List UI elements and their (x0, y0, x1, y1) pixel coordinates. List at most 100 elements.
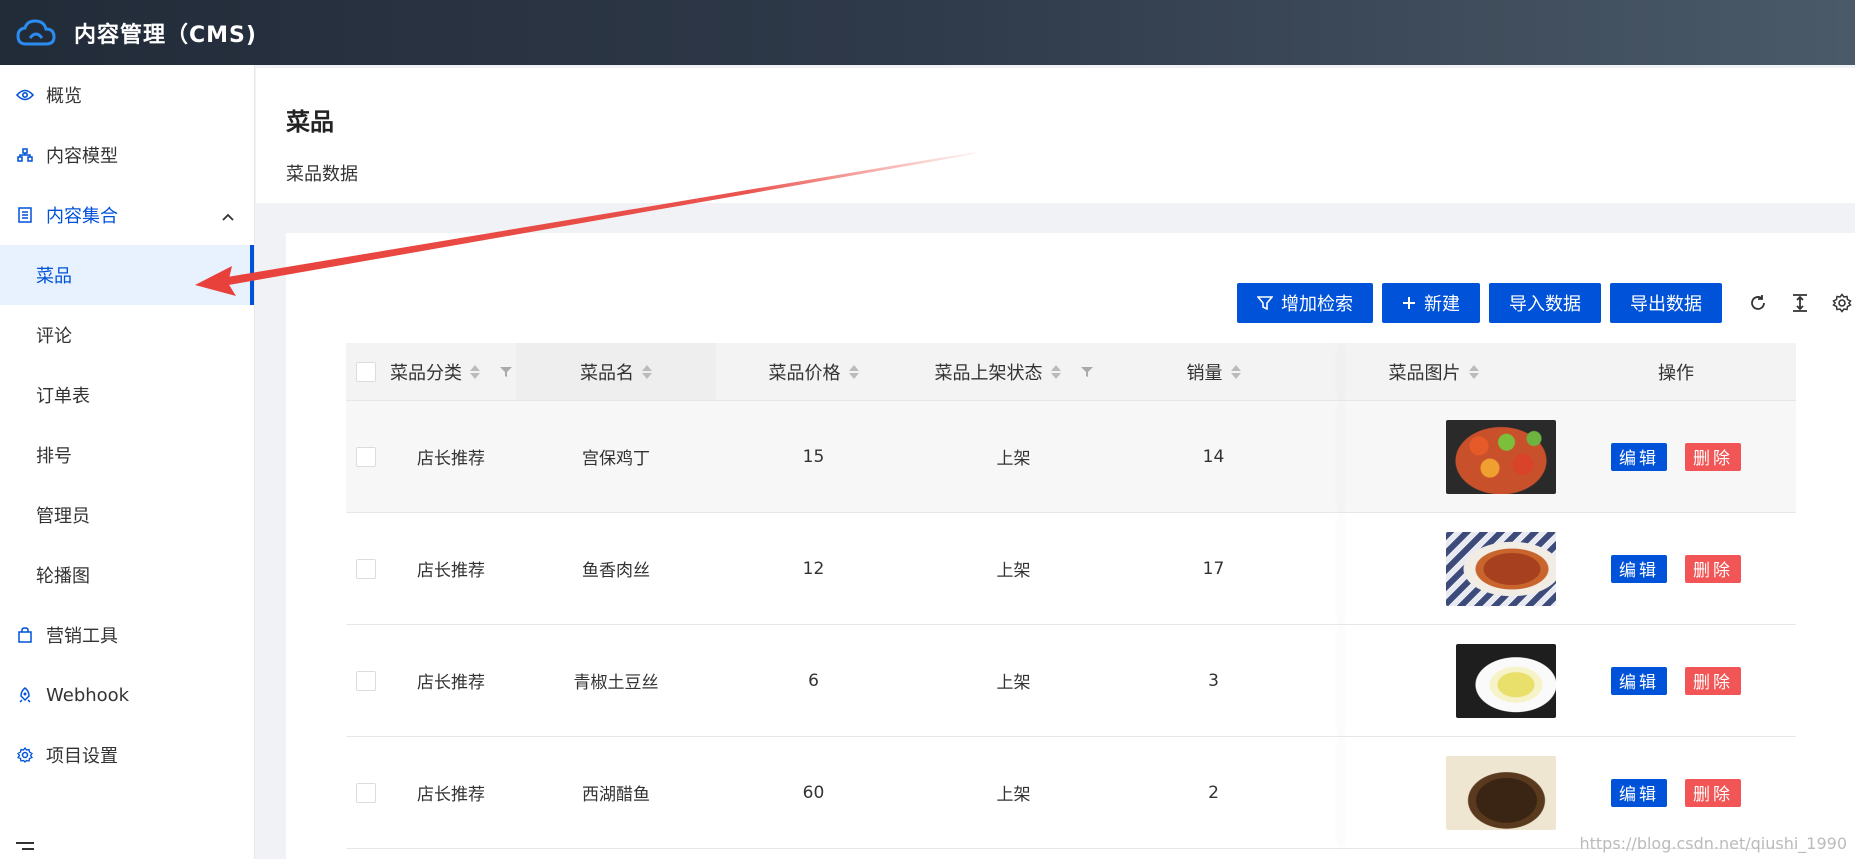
dish-image[interactable] (1446, 420, 1556, 494)
watermark: https://blog.csdn.net/qiushi_1990 (1579, 834, 1847, 853)
col-header-name[interactable]: 菜品名 (516, 343, 716, 400)
sidebar-item-overview[interactable]: 概览 (0, 65, 254, 125)
top-bar: 内容管理（CMS) (0, 0, 1855, 65)
sidebar-subitem-label: 菜品 (36, 266, 72, 287)
cell-name: 宫保鸡丁 (582, 449, 650, 469)
dishes-table: 菜品分类 菜品名 菜品价格 菜品上架状态 销量 菜品图片 操作 店长推荐 宫保鸡… (346, 343, 1796, 849)
sort-icon[interactable] (1230, 364, 1241, 379)
cell-price: 60 (802, 782, 825, 803)
row-checkbox[interactable] (356, 446, 376, 467)
cell-category: 店长推荐 (417, 561, 485, 581)
table-header: 菜品分类 菜品名 菜品价格 菜品上架状态 销量 菜品图片 操作 (346, 343, 1796, 401)
sidebar-subitem-orders[interactable]: 订单表 (0, 365, 254, 425)
col-header-sales[interactable]: 销量 (1116, 343, 1311, 400)
cell-category: 店长推荐 (417, 785, 485, 805)
fixed-column-shadow (1346, 513, 1348, 624)
select-all-checkbox[interactable] (356, 361, 376, 382)
table-row[interactable]: 店长推荐 鱼香肉丝 12 上架 17 编辑 删除 (346, 513, 1796, 625)
delete-button[interactable]: 删除 (1685, 778, 1741, 807)
cloud-logo-icon (16, 16, 60, 50)
collapse-menu-icon[interactable] (14, 836, 36, 855)
sidebar-item-content-collection[interactable]: 内容集合 (0, 185, 254, 245)
row-select-cell (346, 513, 386, 624)
cell-actions: 编辑 删除 (1556, 737, 1796, 848)
col-header-label: 菜品上架状态 (934, 362, 1043, 384)
col-header-label: 销量 (1186, 362, 1223, 384)
sidebar-item-label: 内容集合 (46, 206, 118, 227)
sort-icon[interactable] (642, 364, 652, 379)
sidebar-subitem-dishes[interactable]: 菜品 (0, 245, 254, 305)
add-search-label: 增加检索 (1281, 294, 1353, 315)
col-header-category[interactable]: 菜品分类 (386, 343, 516, 400)
content-card: 增加检索 新建 导入数据 导出数据 菜品分类 菜品名 菜品价格 菜品上架状态 销… (286, 233, 1855, 859)
sidebar-subitem-carousel[interactable]: 轮播图 (0, 545, 254, 605)
sidebar-item-label: Webhook (46, 684, 130, 706)
col-header-price[interactable]: 菜品价格 (716, 343, 911, 400)
fixed-column-shadow (1346, 625, 1348, 736)
sort-icon[interactable] (848, 364, 859, 379)
add-search-button[interactable]: 增加检索 (1237, 283, 1373, 323)
dish-image[interactable] (1446, 532, 1556, 606)
sidebar-subitem-label: 轮播图 (36, 566, 90, 587)
export-data-button[interactable]: 导出数据 (1610, 283, 1722, 323)
table-row[interactable]: 店长推荐 宫保鸡丁 15 上架 14 编辑 删除 (346, 401, 1796, 513)
delete-button[interactable]: 删除 (1685, 442, 1741, 471)
dish-image[interactable] (1456, 644, 1556, 718)
delete-button[interactable]: 删除 (1685, 554, 1741, 583)
export-data-label: 导出数据 (1630, 294, 1702, 315)
column-height-icon[interactable] (1787, 290, 1813, 316)
row-checkbox[interactable] (356, 558, 376, 579)
filter-icon[interactable] (1080, 366, 1093, 378)
row-checkbox[interactable] (356, 782, 376, 803)
sidebar-subitem-comments[interactable]: 评论 (0, 305, 254, 365)
sort-icon[interactable] (1050, 364, 1061, 379)
page-title: 菜品 (286, 108, 334, 136)
sidebar-subitem-queue[interactable]: 排号 (0, 425, 254, 485)
cell-name: 鱼香肉丝 (582, 561, 650, 581)
fixed-column-shadow (1346, 737, 1348, 848)
edit-button[interactable]: 编辑 (1611, 554, 1667, 583)
sidebar-subitem-label: 订单表 (36, 386, 90, 407)
eye-icon (16, 86, 34, 104)
table-row[interactable]: 店长推荐 西湖醋鱼 60 上架 2 编辑 删除 (346, 737, 1796, 849)
cell-status: 上架 (996, 673, 1031, 693)
cell-status: 上架 (996, 449, 1031, 469)
edit-button[interactable]: 编辑 (1611, 442, 1667, 471)
webhook-icon (16, 686, 34, 704)
sidebar-item-label: 营销工具 (46, 626, 118, 647)
sort-icon[interactable] (1468, 364, 1479, 379)
row-checkbox[interactable] (356, 670, 376, 691)
cell-name: 青椒土豆丝 (573, 673, 659, 693)
sidebar-item-project-settings[interactable]: 项目设置 (0, 725, 254, 785)
filter-icon (1257, 295, 1273, 311)
settings-icon[interactable] (1829, 290, 1855, 316)
cell-actions: 编辑 删除 (1556, 513, 1796, 624)
edit-button[interactable]: 编辑 (1611, 778, 1667, 807)
sidebar-subitem-admins[interactable]: 管理员 (0, 485, 254, 545)
new-button[interactable]: 新建 (1382, 283, 1480, 323)
select-all-cell (346, 343, 386, 400)
cell-category: 店长推荐 (417, 449, 485, 469)
refresh-icon[interactable] (1745, 290, 1771, 316)
col-header-actions: 操作 (1556, 343, 1796, 400)
cell-price: 6 (808, 670, 819, 691)
dish-image[interactable] (1446, 756, 1556, 830)
col-header-status[interactable]: 菜品上架状态 (911, 343, 1116, 400)
filter-icon[interactable] (500, 366, 512, 378)
delete-button[interactable]: 删除 (1685, 666, 1741, 695)
sidebar-subitem-label: 排号 (36, 446, 72, 467)
sidebar-subitem-label: 管理员 (36, 506, 90, 527)
cell-sales: 2 (1208, 782, 1219, 803)
sidebar-item-content-model[interactable]: 内容模型 (0, 125, 254, 185)
col-header-label: 操作 (1658, 362, 1694, 384)
col-header-label: 菜品名 (580, 362, 634, 384)
row-select-cell (346, 625, 386, 736)
sidebar-item-webhook[interactable]: Webhook (0, 665, 254, 725)
import-data-button[interactable]: 导入数据 (1489, 283, 1601, 323)
cell-name: 西湖醋鱼 (582, 785, 650, 805)
table-row[interactable]: 店长推荐 青椒土豆丝 6 上架 3 编辑 删除 (346, 625, 1796, 737)
sidebar-item-marketing[interactable]: 营销工具 (0, 605, 254, 665)
edit-button[interactable]: 编辑 (1611, 666, 1667, 695)
col-header-label: 菜品价格 (768, 362, 841, 384)
sort-icon[interactable] (470, 364, 480, 379)
